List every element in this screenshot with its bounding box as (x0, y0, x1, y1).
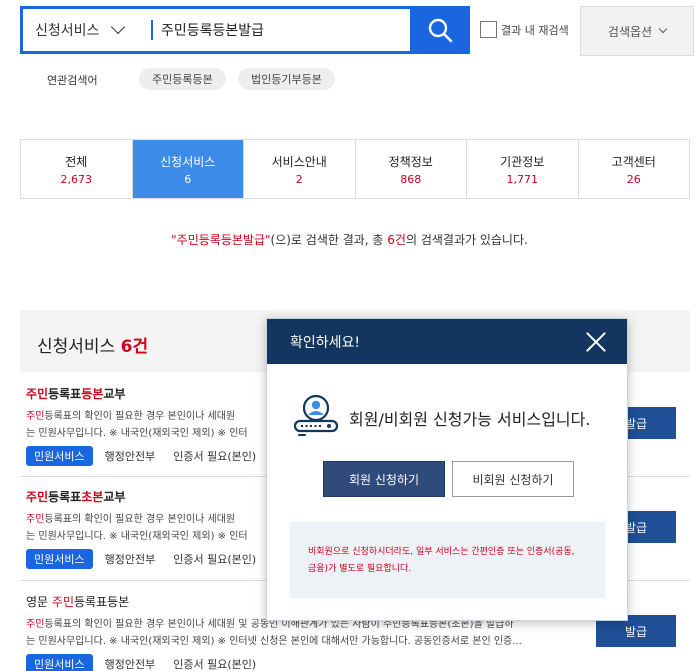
desc-highlight: 주민 (26, 514, 45, 525)
tab-customer-center[interactable]: 고객센터 26 (579, 140, 690, 198)
agency: 행정안전부 (104, 658, 156, 671)
tab-label: 정책정보 (388, 154, 433, 169)
agency: 행정안전부 (104, 553, 156, 566)
title-highlight: 등본 (81, 387, 104, 401)
tab-label: 신청서비스 (160, 154, 216, 169)
results-title-label: 신청서비스 (37, 337, 116, 357)
title-highlight: 초본 (81, 490, 104, 504)
title-text: 교부 (103, 490, 126, 504)
title-highlight: 주민 (26, 387, 49, 401)
desc-highlight: 주민 (26, 411, 45, 422)
search-input[interactable] (153, 9, 410, 51)
summary-count: 6건 (387, 233, 406, 247)
desc-line: 등록표의 확인이 필요한 경우 본인이나 세대원 (44, 514, 236, 525)
summary-text: (으)로 검색한 결과, 총 (270, 233, 388, 247)
related-tag[interactable]: 주민등록등본 (139, 68, 226, 90)
auth-requirement: 인증서 필요(본인) (173, 450, 257, 463)
search-icon (428, 18, 453, 43)
tab-service-guide[interactable]: 서비스안내 2 (244, 140, 356, 198)
confirm-modal: 확인하세요! 회원/비회원 신청가능 서비스입니다. 회원 신청하기 비회원 신… (266, 318, 628, 621)
desc-line: 는 민원사무입니다. ※ 내국인(재외국인 제외) ※ 인터넷 신청은 본인에 … (26, 636, 522, 647)
desc-highlight: 주민 (26, 619, 45, 630)
tab-agency-info[interactable]: 기관정보 1,771 (467, 140, 579, 198)
results-title: 신청서비스 6건 (37, 332, 148, 357)
search-summary: "주민등록등본발급"(으)로 검색한 결과, 총 6건의 검색결과가 있습니다. (0, 231, 699, 248)
category-tabs: 전체 2,673 신청서비스 6 서비스안내 2 정책정보 868 기관정보 1… (20, 139, 690, 199)
tab-label: 기관정보 (500, 154, 545, 169)
member-login-icon (291, 391, 341, 444)
tab-count: 26 (626, 172, 641, 186)
category-badge: 민원서비스 (26, 654, 93, 671)
tab-label: 서비스안내 (271, 154, 327, 169)
desc-line: 는 민원사무입니다. ※ 내국인(재외국인 제외) ※ 인터 (26, 531, 248, 542)
category-badge: 민원서비스 (26, 446, 93, 466)
tab-all[interactable]: 전체 2,673 (21, 140, 133, 198)
desc-line: 등록표의 확인이 필요한 경우 본인이나 세대원 (44, 411, 236, 422)
title-text: 등록표등본 (74, 595, 130, 609)
desc-line: 는 민원사무입니다. ※ 내국인(재외국인 제외) ※ 인터 (26, 428, 248, 439)
search-bar: 신청서비스 (20, 6, 470, 54)
resubmit-label: 결과 내 재검색 (501, 23, 569, 37)
tab-count: 1,771 (506, 172, 539, 186)
tab-label: 전체 (65, 154, 88, 169)
tab-count: 2 (295, 172, 303, 186)
title-highlight: 주민 (51, 595, 74, 609)
search-options-button[interactable]: 검색옵션 (580, 6, 694, 56)
tab-count: 868 (400, 172, 422, 186)
checkbox-box[interactable] (480, 21, 497, 38)
title-text: 영문 (26, 595, 52, 609)
modal-message-text: 회원/비회원 신청가능 서비스입니다. (349, 409, 591, 429)
close-icon[interactable] (585, 331, 607, 353)
search-scope-select[interactable]: 신청서비스 (23, 9, 145, 51)
title-text: 교부 (103, 387, 126, 401)
title-text: 등록표 (48, 490, 82, 504)
tab-count: 6 (184, 172, 192, 186)
category-badge: 민원서비스 (26, 549, 93, 569)
tab-label: 고객센터 (611, 154, 656, 169)
title-text: 등록표 (48, 387, 82, 401)
member-apply-button[interactable]: 회원 신청하기 (323, 461, 445, 497)
modal-title: 확인하세요! (290, 334, 361, 351)
search-button[interactable] (410, 6, 470, 54)
modal-notice: 비회원으로 신청하시더라도, 일부 서비스는 간편인증 또는 인증서(공동, 금… (290, 522, 605, 598)
search-options-label: 검색옵션 (607, 24, 653, 39)
result-description: 주민등록표의 확인이 필요한 경우 본인이나 세대원 및 공동인 이해관계가 있… (26, 616, 581, 650)
results-count: 6건 (120, 337, 149, 357)
modal-header: 확인하세요! (267, 319, 627, 364)
related-tag[interactable]: 법인등기부등본 (238, 68, 335, 90)
search-scope-value: 신청서비스 (35, 23, 100, 39)
tab-policy-info[interactable]: 정책정보 868 (356, 140, 467, 198)
auth-requirement: 인증서 필요(본인) (173, 553, 257, 566)
tab-application-services[interactable]: 신청서비스 6 (132, 140, 244, 198)
related-searches: 연관검색어 주민등록등본 법인등기부등본 (0, 68, 699, 92)
auth-requirement: 인증서 필요(본인) (173, 658, 257, 671)
summary-text: 의 검색결과가 있습니다. (405, 233, 528, 247)
summary-keyword: "주민등록등본발급" (171, 233, 271, 247)
chevron-down-icon (658, 24, 668, 34)
modal-message: 회원/비회원 신청가능 서비스입니다. (291, 391, 590, 444)
guest-apply-button[interactable]: 비회원 신청하기 (452, 461, 574, 497)
resubmit-checkbox[interactable]: 결과 내 재검색 (480, 21, 569, 38)
related-label: 연관검색어 (47, 74, 98, 87)
agency: 행정안전부 (104, 450, 156, 463)
result-meta: 민원서비스 행정안전부 인증서 필요(본인) (26, 654, 686, 671)
chevron-down-icon (111, 19, 126, 35)
tab-count: 2,673 (60, 172, 93, 186)
title-highlight: 주민 (26, 490, 49, 504)
